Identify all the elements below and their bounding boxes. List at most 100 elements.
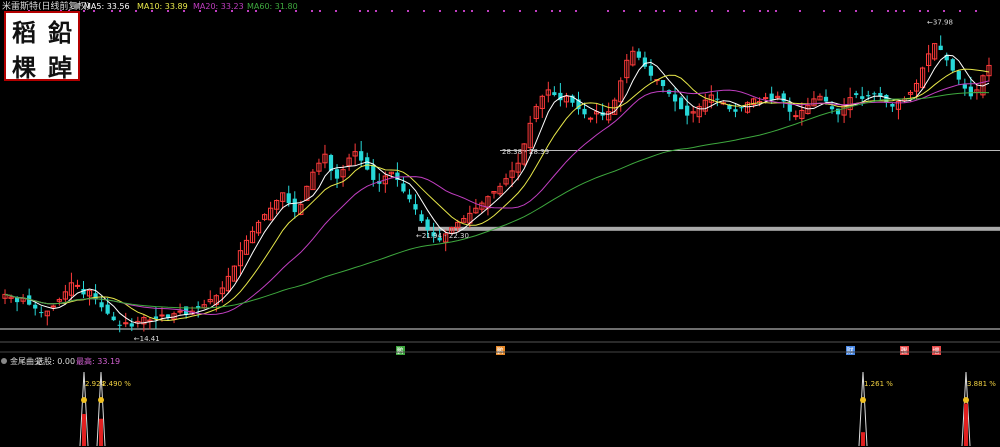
- ma20-readout: MA20: 33.23: [193, 2, 244, 11]
- ma-dot-icon: [74, 3, 80, 9]
- candle-body: [74, 284, 81, 287]
- top-marker: [503, 10, 505, 12]
- candle-body: [582, 108, 587, 115]
- candle-body: [111, 316, 116, 321]
- top-marker: [639, 10, 641, 12]
- stock-chart: ←14.41 ←21.94 - 22.30 28.38 - 28.39 ←37.98 鹏…: [0, 0, 1000, 447]
- top-marker: [943, 10, 945, 12]
- candle-body: [159, 314, 165, 317]
- signal-value-label: 2.490 %: [102, 380, 131, 388]
- candle-body: [371, 164, 376, 180]
- event-marker-label: 增: [933, 346, 940, 355]
- support-range-label: ←21.94 - 22.30: [416, 232, 469, 240]
- main-grid: [0, 10, 1000, 343]
- candle-body: [587, 117, 594, 120]
- top-marker: [823, 10, 825, 12]
- signal-bar: [99, 418, 103, 446]
- candle-body: [165, 314, 171, 318]
- indicator-high: 最高: 33.19: [76, 356, 120, 366]
- top-marker: [959, 10, 961, 12]
- seal-stamp: 稻 鉛 棵 踔: [4, 11, 80, 82]
- smile-icon: [860, 397, 866, 403]
- support-band: [418, 226, 1000, 231]
- top-marker: [663, 10, 665, 12]
- high-price-label: ←37.98: [927, 18, 953, 26]
- candle-body: [33, 304, 38, 309]
- candle-body: [733, 109, 738, 112]
- top-marker: [359, 10, 361, 12]
- top-marker: [487, 10, 489, 12]
- ma-line-ma10: [4, 68, 990, 322]
- candle-body: [866, 95, 871, 97]
- top-marker: [375, 10, 377, 12]
- top-marker: [927, 10, 929, 12]
- ma60-readout: MA60: 31.80: [247, 2, 298, 11]
- top-marker: [655, 10, 657, 12]
- candle-body: [672, 94, 678, 102]
- candle-body: [854, 93, 859, 96]
- top-marker: [919, 10, 921, 12]
- indicator-pick: 选股: 0.00: [36, 356, 75, 366]
- event-marker-label: 鹏: [397, 346, 404, 355]
- candle-body: [407, 194, 412, 200]
- candle-body: [685, 105, 690, 116]
- candle-body: [365, 157, 370, 170]
- candle-body: [401, 183, 406, 192]
- event-marker-label: 财: [847, 346, 854, 355]
- top-marker: [759, 10, 761, 12]
- candle-body: [950, 59, 955, 71]
- top-marker: [463, 10, 465, 12]
- candle-body: [823, 96, 829, 102]
- candle-body: [117, 324, 122, 326]
- candle-body: [962, 84, 967, 89]
- top-marker: [391, 10, 393, 12]
- candle-body: [359, 151, 364, 161]
- resistance-range-label: 28.38 - 28.39: [502, 148, 549, 156]
- candle-body: [739, 107, 744, 109]
- seal-char: 棵: [12, 53, 36, 82]
- ma10-readout: MA10: 33.89: [137, 2, 188, 11]
- top-marker: [743, 10, 745, 12]
- top-marker: [711, 10, 713, 12]
- top-marker: [903, 10, 905, 12]
- candle-body: [715, 98, 720, 100]
- candle-body: [334, 169, 340, 179]
- top-marker: [439, 10, 441, 12]
- candle-body: [552, 92, 557, 96]
- smile-icon: [963, 397, 969, 403]
- low-price-label: ←14.41: [134, 335, 160, 343]
- candle-body: [39, 312, 44, 314]
- candle-body: [50, 305, 56, 308]
- candle-body: [890, 103, 895, 107]
- signal-bar: [82, 413, 86, 446]
- seal-char: 踔: [48, 53, 72, 82]
- candle-body: [956, 70, 961, 80]
- candle-body: [129, 323, 134, 327]
- top-marker: [575, 10, 577, 12]
- signal-bar: [964, 403, 968, 446]
- candle-body: [99, 302, 104, 308]
- seal-char: 稻: [12, 18, 36, 47]
- top-marker: [471, 10, 473, 12]
- top-marker: [407, 10, 409, 12]
- candle-body: [660, 80, 666, 87]
- candle-body: [763, 97, 769, 100]
- top-marker: [799, 10, 801, 12]
- top-marker: [767, 10, 769, 12]
- candle-body: [648, 65, 654, 76]
- top-marker: [319, 10, 321, 12]
- price-labels: ←14.41 ←21.94 - 22.30 28.38 - 28.39 ←37.98 鹏…: [134, 18, 953, 355]
- top-marker: [519, 10, 521, 12]
- top-marker: [607, 10, 609, 12]
- indicator-panel: 2.9242.490 % 1.261 % 3.881 %: [79, 371, 996, 447]
- candle-body: [968, 86, 973, 97]
- top-marker: [975, 10, 977, 12]
- candle-body: [769, 93, 774, 101]
- top-marker: [855, 10, 857, 12]
- candle-body: [679, 97, 684, 110]
- candle-body: [419, 214, 424, 222]
- candle-body: [860, 96, 865, 99]
- candles: [2, 35, 992, 333]
- signal-value-label: 1.261 %: [864, 380, 893, 388]
- event-marker-label: 骤: [901, 346, 908, 355]
